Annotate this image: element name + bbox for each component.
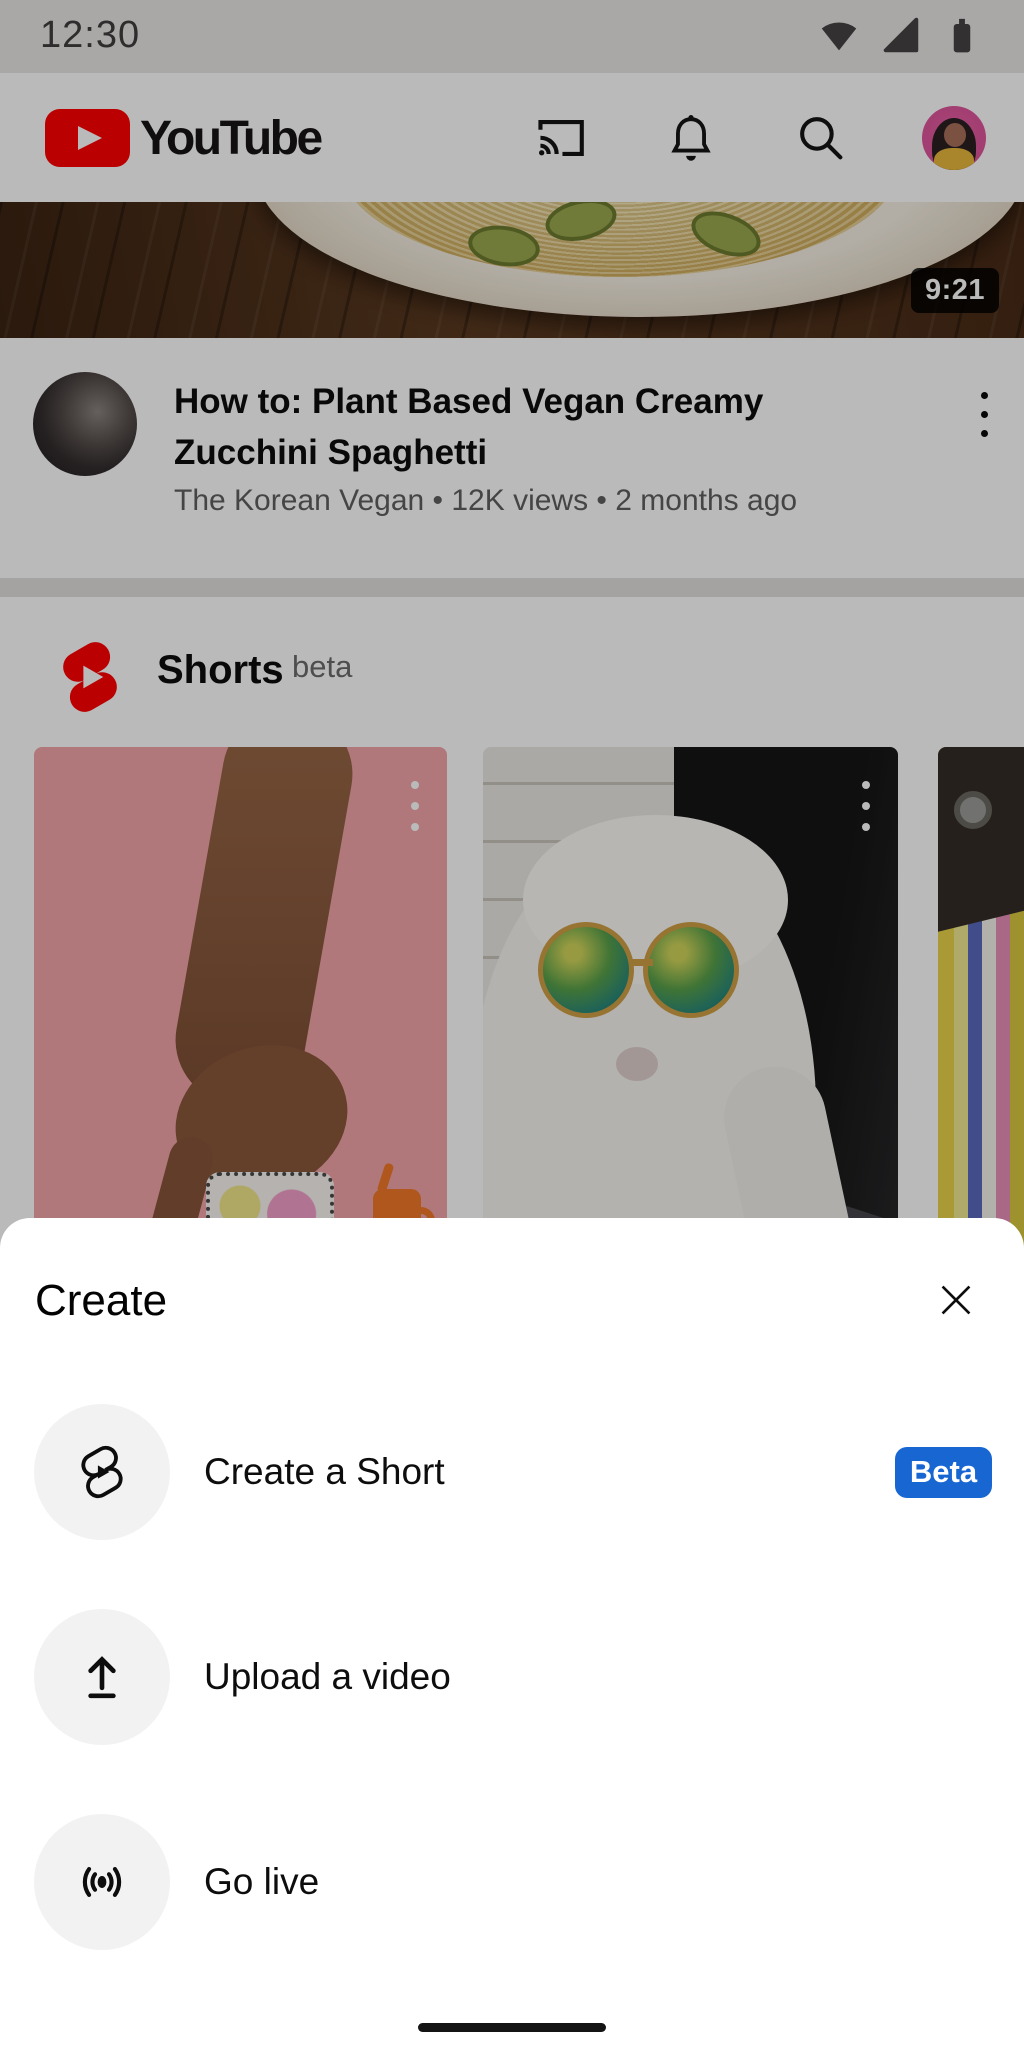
create-sheet-header: Create bbox=[0, 1218, 1024, 1350]
create-sheet-title: Create bbox=[35, 1276, 167, 1326]
menu-item-label: Go live bbox=[204, 1861, 319, 1903]
upload-icon bbox=[71, 1646, 133, 1708]
close-icon bbox=[933, 1277, 979, 1323]
menu-item-upload-video[interactable]: Upload a video bbox=[0, 1609, 1024, 1745]
menu-item-go-live[interactable]: Go live bbox=[0, 1814, 1024, 1950]
menu-item-icon-circle bbox=[34, 1609, 170, 1745]
broadcast-icon bbox=[71, 1851, 133, 1913]
create-sheet: Create Create a Short Beta bbox=[0, 1218, 1024, 2048]
menu-item-create-short[interactable]: Create a Short Beta bbox=[0, 1404, 1024, 1540]
close-button[interactable] bbox=[932, 1276, 980, 1324]
screen: 12:30 YouTube bbox=[0, 0, 1024, 2048]
menu-item-label: Create a Short bbox=[204, 1451, 445, 1493]
menu-item-icon-circle bbox=[34, 1404, 170, 1540]
home-indicator[interactable] bbox=[418, 2023, 606, 2032]
menu-item-label: Upload a video bbox=[204, 1656, 451, 1698]
menu-item-icon-circle bbox=[34, 1814, 170, 1950]
shorts-outline-icon bbox=[71, 1440, 133, 1504]
create-sheet-menu: Create a Short Beta Upload a video bbox=[0, 1404, 1024, 2019]
beta-badge: Beta bbox=[895, 1447, 992, 1498]
